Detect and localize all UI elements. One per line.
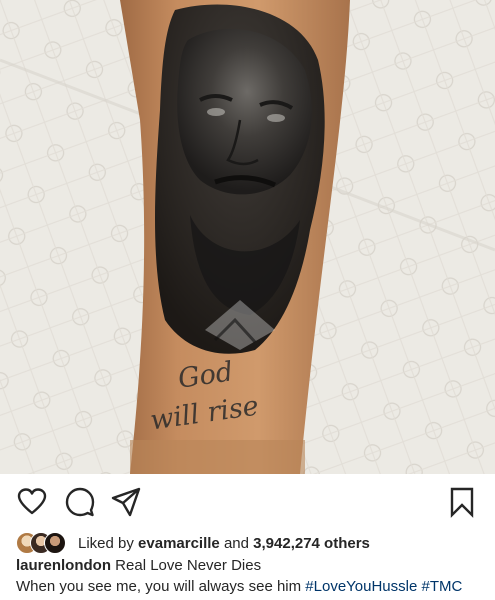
likes-summary: Liked by evamarcille and 3,942,274 other… [16,532,370,554]
post-action-bar [0,474,495,530]
comment-button[interactable] [64,486,96,518]
avatar[interactable] [44,532,66,554]
comment-icon [65,487,95,517]
liked-by-label: Liked by [78,534,134,552]
liker-username[interactable]: evamarcille [138,535,220,552]
and-label: and [223,534,249,552]
liker-avatars [16,532,72,554]
caption-username[interactable]: laurenlondon [16,557,111,574]
post-photo[interactable]: God will rise [0,0,495,474]
hashtag-loveyouhussle[interactable]: #LoveYouHussle [305,578,417,595]
like-button[interactable] [16,486,48,518]
caption-continuation: When you see me, you will always see him… [16,578,462,595]
heart-icon [17,488,47,515]
save-button[interactable] [446,486,478,518]
share-button[interactable] [110,486,142,518]
likes-count[interactable]: 3,942,274 others [253,535,370,552]
bookmark-icon [450,487,474,518]
share-icon [111,487,141,517]
hashtag-tmc[interactable]: #TMC [422,578,463,595]
caption-text: Real Love Never Dies [115,557,262,574]
caption: laurenlondon Real Love Never Dies [16,557,261,574]
comment-text: When you see me, you will always see him [16,578,302,595]
